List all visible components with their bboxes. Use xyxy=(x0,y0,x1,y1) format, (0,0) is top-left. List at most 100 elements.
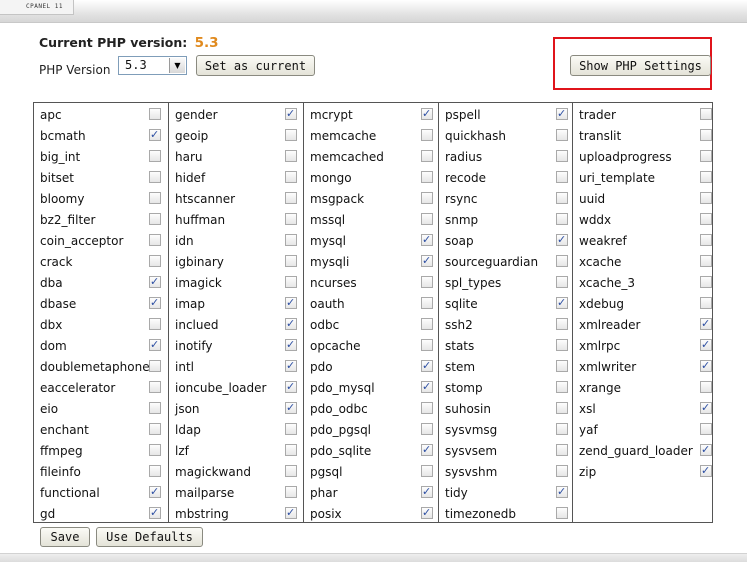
extension-checkbox[interactable] xyxy=(421,359,433,373)
extension-checkbox[interactable] xyxy=(421,465,433,477)
extension-checkbox[interactable] xyxy=(700,213,712,225)
extension-checkbox[interactable] xyxy=(149,338,161,352)
extension-checkbox[interactable] xyxy=(700,464,712,478)
extension-checkbox[interactable] xyxy=(285,234,297,246)
extension-checkbox[interactable] xyxy=(556,171,568,183)
extension-checkbox[interactable] xyxy=(285,255,297,267)
extension-checkbox[interactable] xyxy=(149,360,161,372)
extension-checkbox[interactable] xyxy=(421,297,433,309)
extension-checkbox[interactable] xyxy=(556,107,568,121)
extension-checkbox[interactable] xyxy=(149,275,161,289)
show-php-settings-button[interactable]: Show PHP Settings xyxy=(570,55,711,76)
extension-checkbox[interactable] xyxy=(149,485,161,499)
extension-checkbox[interactable] xyxy=(285,276,297,288)
extension-checkbox[interactable] xyxy=(285,129,297,141)
extension-checkbox[interactable] xyxy=(285,359,297,373)
extension-checkbox[interactable] xyxy=(421,129,433,141)
extension-checkbox[interactable] xyxy=(149,444,161,456)
extension-checkbox[interactable] xyxy=(421,276,433,288)
extension-checkbox[interactable] xyxy=(421,107,433,121)
extension-checkbox[interactable] xyxy=(700,338,712,352)
extension-checkbox[interactable] xyxy=(421,485,433,499)
extension-checkbox[interactable] xyxy=(556,465,568,477)
extension-checkbox[interactable] xyxy=(149,128,161,142)
extension-checkbox[interactable] xyxy=(700,423,712,435)
extension-checkbox[interactable] xyxy=(149,318,161,330)
extension-checkbox[interactable] xyxy=(556,192,568,204)
extension-checkbox[interactable] xyxy=(285,150,297,162)
extension-checkbox[interactable] xyxy=(421,150,433,162)
extension-checkbox[interactable] xyxy=(149,506,161,520)
extension-checkbox[interactable] xyxy=(149,296,161,310)
extension-checkbox[interactable] xyxy=(556,402,568,414)
extension-checkbox[interactable] xyxy=(285,192,297,204)
extension-checkbox[interactable] xyxy=(700,129,712,141)
extension-checkbox[interactable] xyxy=(700,234,712,246)
extension-checkbox[interactable] xyxy=(700,192,712,204)
extension-checkbox[interactable] xyxy=(556,255,568,267)
extension-checkbox[interactable] xyxy=(421,402,433,414)
extension-checkbox[interactable] xyxy=(700,255,712,267)
extension-checkbox[interactable] xyxy=(149,255,161,267)
extension-checkbox[interactable] xyxy=(556,507,568,519)
extension-checkbox[interactable] xyxy=(700,359,712,373)
extension-checkbox[interactable] xyxy=(285,506,297,520)
extension-checkbox[interactable] xyxy=(285,317,297,331)
extension-checkbox[interactable] xyxy=(700,171,712,183)
extension-checkbox[interactable] xyxy=(556,213,568,225)
dropdown-arrow-icon[interactable]: ▼ xyxy=(169,58,185,73)
extension-checkbox[interactable] xyxy=(556,485,568,499)
extension-checkbox[interactable] xyxy=(285,444,297,456)
extension-checkbox[interactable] xyxy=(421,380,433,394)
extension-checkbox[interactable] xyxy=(421,192,433,204)
extension-checkbox[interactable] xyxy=(421,506,433,520)
extension-checkbox[interactable] xyxy=(149,192,161,204)
extension-checkbox[interactable] xyxy=(285,401,297,415)
extension-checkbox[interactable] xyxy=(556,296,568,310)
extension-checkbox[interactable] xyxy=(556,233,568,247)
extension-checkbox[interactable] xyxy=(700,276,712,288)
extension-checkbox[interactable] xyxy=(421,254,433,268)
extension-checkbox[interactable] xyxy=(700,443,712,457)
extension-checkbox[interactable] xyxy=(700,108,712,120)
extension-checkbox[interactable] xyxy=(149,423,161,435)
extension-checkbox[interactable] xyxy=(149,150,161,162)
set-as-current-button[interactable]: Set as current xyxy=(196,55,315,76)
extension-checkbox[interactable] xyxy=(421,233,433,247)
extension-checkbox[interactable] xyxy=(285,486,297,498)
extension-checkbox[interactable] xyxy=(556,444,568,456)
extension-checkbox[interactable] xyxy=(556,423,568,435)
extension-checkbox[interactable] xyxy=(149,213,161,225)
extension-checkbox[interactable] xyxy=(421,318,433,330)
extension-checkbox[interactable] xyxy=(285,107,297,121)
extension-checkbox[interactable] xyxy=(149,234,161,246)
extension-checkbox[interactable] xyxy=(421,443,433,457)
extension-checkbox[interactable] xyxy=(421,171,433,183)
extension-checkbox[interactable] xyxy=(700,297,712,309)
extension-checkbox[interactable] xyxy=(285,171,297,183)
extension-checkbox[interactable] xyxy=(421,339,433,351)
extension-checkbox[interactable] xyxy=(700,401,712,415)
extension-checkbox[interactable] xyxy=(556,129,568,141)
extension-checkbox[interactable] xyxy=(149,402,161,414)
php-version-select[interactable]: 5.3 ▼ xyxy=(118,56,187,75)
extension-checkbox[interactable] xyxy=(700,317,712,331)
extension-checkbox[interactable] xyxy=(421,423,433,435)
extension-checkbox[interactable] xyxy=(149,171,161,183)
save-button[interactable]: Save xyxy=(40,527,90,547)
extension-checkbox[interactable] xyxy=(556,360,568,372)
extension-checkbox[interactable] xyxy=(285,380,297,394)
extension-checkbox[interactable] xyxy=(556,339,568,351)
extension-checkbox[interactable] xyxy=(285,296,297,310)
use-defaults-button[interactable]: Use Defaults xyxy=(96,527,203,547)
extension-checkbox[interactable] xyxy=(556,381,568,393)
extension-checkbox[interactable] xyxy=(285,423,297,435)
extension-checkbox[interactable] xyxy=(556,276,568,288)
extension-checkbox[interactable] xyxy=(556,318,568,330)
extension-checkbox[interactable] xyxy=(556,150,568,162)
extension-checkbox[interactable] xyxy=(700,150,712,162)
extension-checkbox[interactable] xyxy=(149,108,161,120)
extension-checkbox[interactable] xyxy=(700,381,712,393)
extension-checkbox[interactable] xyxy=(285,213,297,225)
extension-checkbox[interactable] xyxy=(285,338,297,352)
